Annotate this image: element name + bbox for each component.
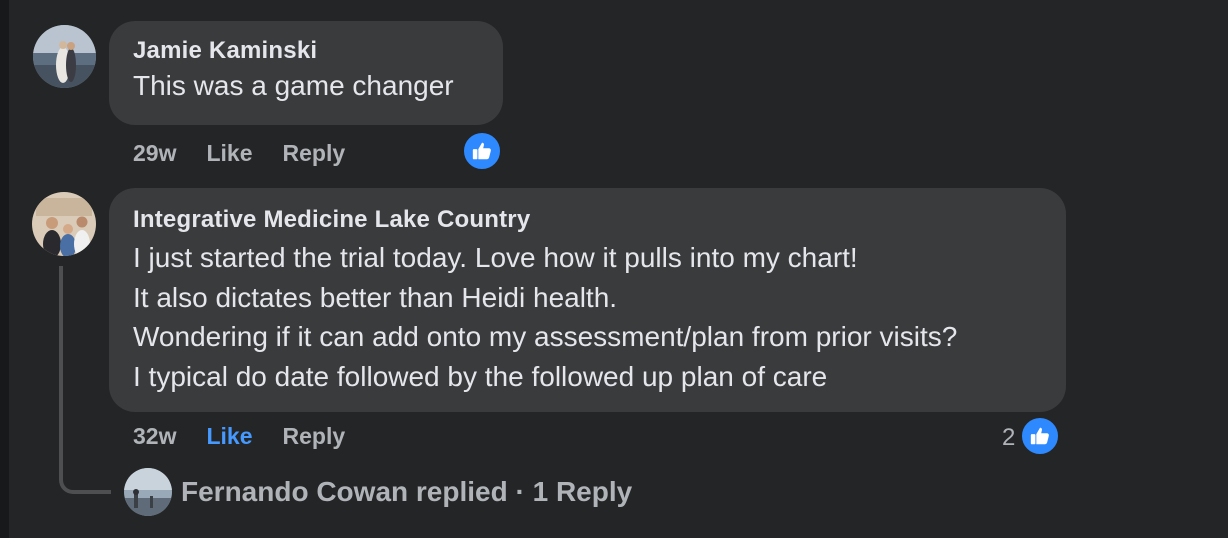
like-button[interactable]: Like [206,423,252,449]
thumbs-up-icon [472,142,491,160]
reply-button[interactable]: Reply [283,423,346,449]
avatar[interactable] [124,468,172,516]
comment-text-line: I just started the trial today. Love how… [133,242,858,273]
reply-thread-connector [59,266,111,494]
comment-text: This was a game changer [133,70,454,101]
comment-author[interactable]: Jamie Kaminski [133,37,479,65]
reaction-count[interactable]: 2 [1002,424,1015,452]
comment-timestamp[interactable]: 29w [133,140,176,166]
view-replies-link[interactable]: Fernando Cowan replied · 1 Reply [181,476,632,508]
reply-button[interactable]: Reply [283,140,346,166]
comment-actions: 29w Like Reply [133,140,375,167]
comment-bubble: Jamie Kaminski This was a game changer [109,21,503,125]
reaction-badge[interactable] [462,131,502,171]
comment-timestamp[interactable]: 32w [133,423,176,449]
comment-text-line: It also dictates better than Heidi healt… [133,281,618,313]
comment-actions: 32w Like Reply [133,423,375,450]
thumbs-up-icon [1030,427,1049,445]
comment-bubble: Integrative Medicine Lake Country I just… [109,188,1066,412]
comment-text-line: I typical do date followed by the follow… [133,360,828,392]
comment-text-line: Wondering if it can add onto my assessme… [133,321,958,352]
avatar[interactable] [32,192,96,256]
avatar[interactable] [33,25,96,88]
left-edge-strip [0,0,9,538]
comment-author[interactable]: Integrative Medicine Lake Country [133,206,1042,234]
reaction-badge[interactable] [1020,416,1060,456]
like-button[interactable]: Like [206,140,252,166]
